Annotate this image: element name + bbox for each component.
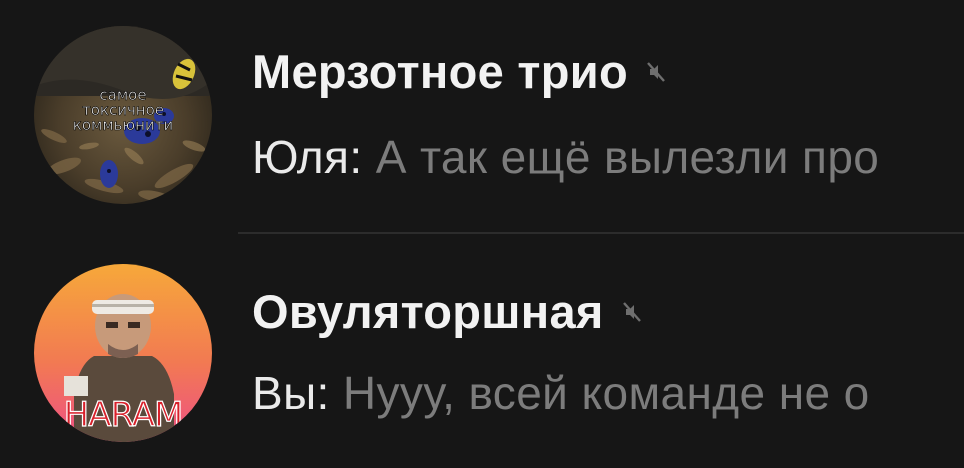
chat-title-row: Мерзотное трио bbox=[252, 44, 666, 99]
chat-title: Овуляторшная bbox=[252, 285, 604, 338]
message-text: А так ещё вылезли про bbox=[375, 131, 880, 183]
avatar-caption-line-3: коммьюнити bbox=[73, 116, 173, 134]
chat-title-row: Овуляторшная bbox=[252, 284, 642, 339]
chat-title: Мерзотное трио bbox=[252, 45, 628, 98]
message-text: Нууу, всей команде не о bbox=[342, 367, 870, 419]
chat-item-merzotnoe-trio[interactable]: самое токсичное коммьюнити Мерзотное три… bbox=[0, 0, 964, 232]
muted-speaker-icon bbox=[622, 300, 642, 324]
chat-item-ovulyatorshnaya[interactable]: HARAM Овуляторшная Вы: Нууу, всей команд… bbox=[0, 234, 964, 466]
message-sender: Вы: bbox=[252, 367, 343, 419]
message-sender: Юля: bbox=[252, 131, 376, 183]
group-avatar-haram: HARAM bbox=[34, 264, 212, 442]
muted-speaker-icon bbox=[646, 60, 666, 84]
chat-list: самое токсичное коммьюнити Мерзотное три… bbox=[0, 0, 964, 468]
message-preview: Юля: А так ещё вылезли про bbox=[252, 130, 879, 184]
avatar-caption-haram: HARAM bbox=[64, 395, 183, 435]
message-preview: Вы: Нууу, всей команде не о bbox=[252, 366, 870, 420]
group-avatar-frog: самое токсичное коммьюнити bbox=[34, 26, 212, 204]
